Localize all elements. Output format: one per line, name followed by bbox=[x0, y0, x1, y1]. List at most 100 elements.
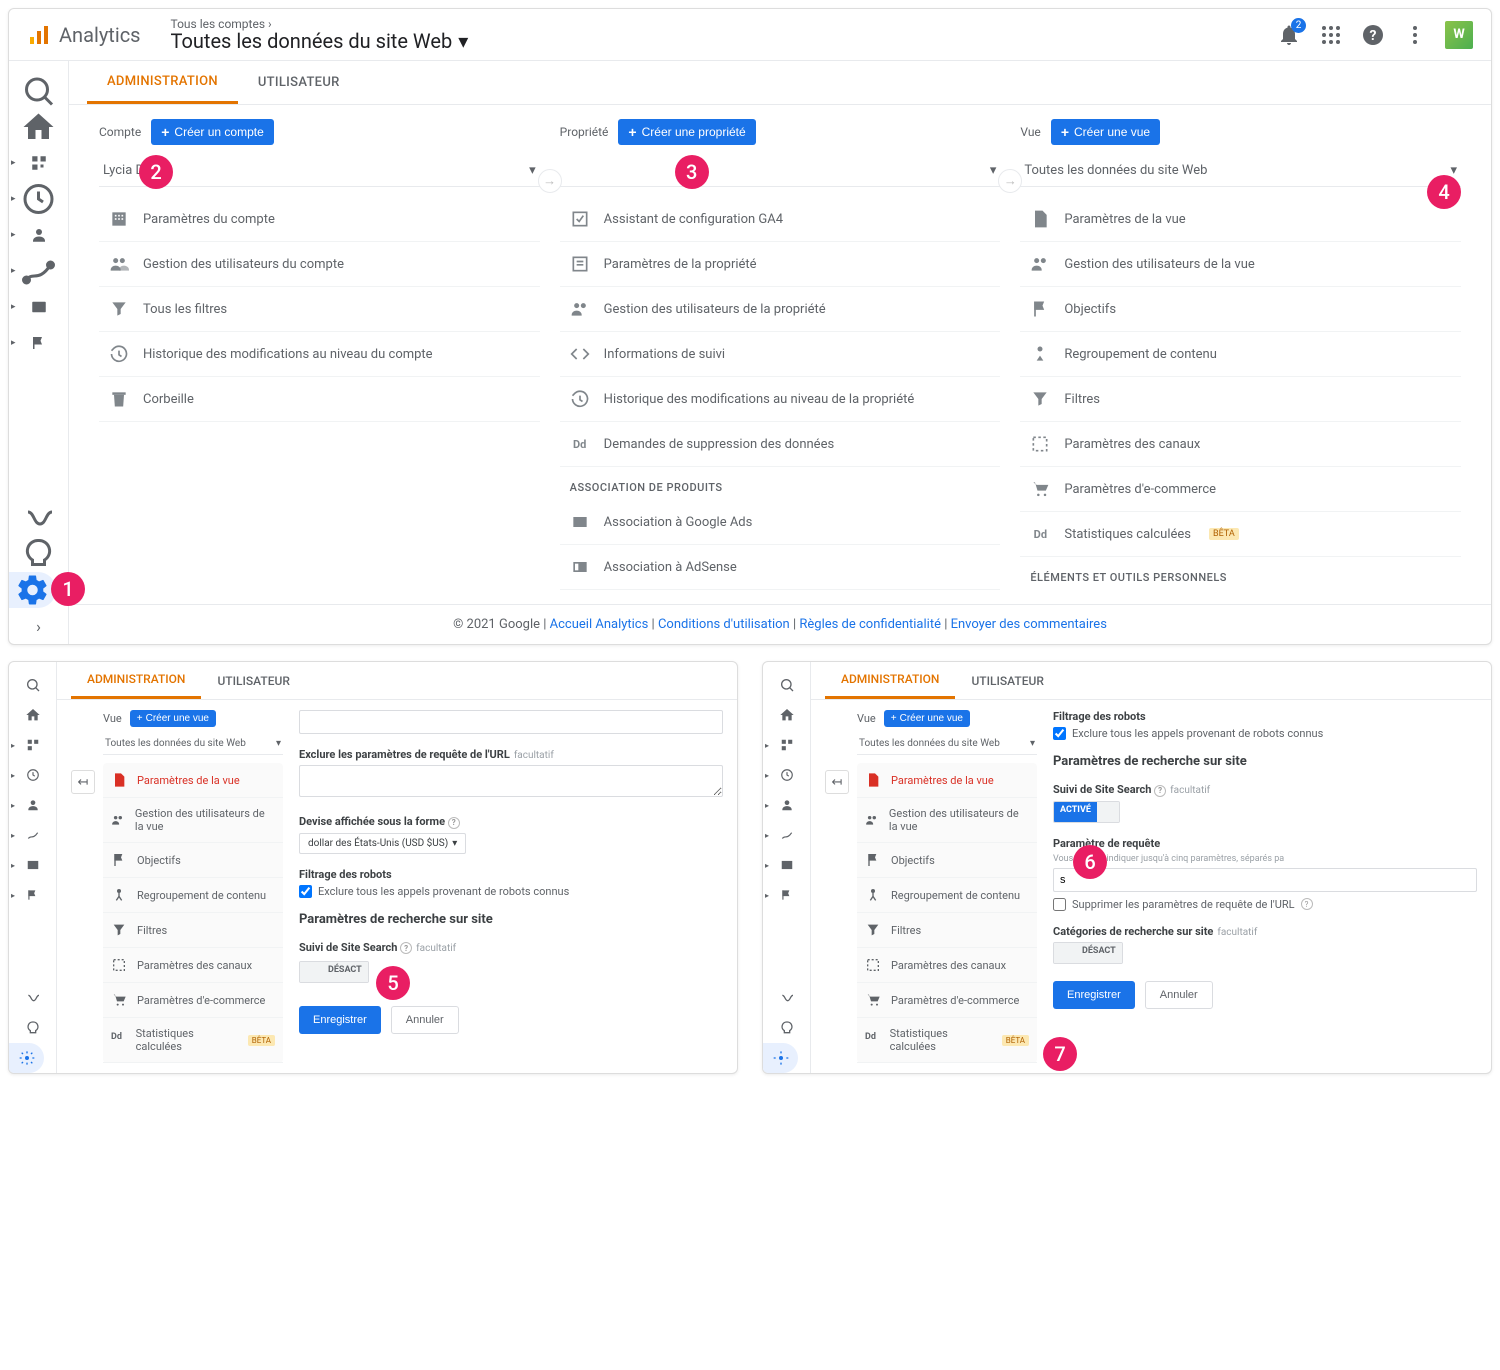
audience-nav-icon[interactable]: ▸ bbox=[9, 790, 56, 820]
account-history-item[interactable]: Historique des modifications au niveau d… bbox=[99, 332, 540, 377]
category-toggle-off[interactable]: DÉSACT bbox=[1053, 942, 1123, 964]
create-view-button[interactable]: +Créer une vue bbox=[1051, 119, 1160, 145]
acquisition-nav-icon[interactable]: ▸ bbox=[763, 820, 810, 850]
customization-nav-icon[interactable]: ▸ bbox=[9, 730, 56, 760]
tab-administration[interactable]: ADMINISTRATION bbox=[87, 61, 238, 104]
create-property-button[interactable]: +Créer une propriété bbox=[618, 119, 755, 145]
currency-select[interactable]: dollar des États-Unis (USD $US) ▾ bbox=[299, 833, 466, 854]
apps-icon[interactable] bbox=[1319, 23, 1343, 47]
site-search-toggle-off[interactable]: DÉSACT bbox=[299, 961, 369, 983]
acquisition-nav-icon[interactable]: ▸ bbox=[9, 253, 68, 289]
customization-nav-icon[interactable]: ▸ bbox=[763, 730, 810, 760]
audience-nav-icon[interactable]: ▸ bbox=[9, 217, 68, 253]
notifications-icon[interactable]: 2 bbox=[1277, 23, 1301, 47]
filters-item[interactable]: Filtres bbox=[857, 913, 1037, 948]
create-view-button[interactable]: +Créer une vue bbox=[884, 710, 970, 727]
help-icon[interactable]: ? bbox=[400, 942, 412, 954]
more-icon[interactable] bbox=[1403, 23, 1427, 47]
conversions-nav-icon[interactable]: ▸ bbox=[9, 325, 68, 361]
view-selector-dropdown[interactable]: Toutes les données du site Web▾ bbox=[857, 733, 1037, 755]
conversions-nav-icon[interactable]: ▸ bbox=[9, 880, 56, 910]
attribution-nav-icon[interactable] bbox=[763, 983, 810, 1013]
ecommerce-settings-item[interactable]: Paramètres d'e-commerce bbox=[103, 983, 283, 1018]
home-nav-icon[interactable] bbox=[9, 700, 56, 730]
google-ads-link-item[interactable]: Association à Google Ads bbox=[560, 500, 1001, 545]
account-users-item[interactable]: Gestion des utilisateurs du compte bbox=[99, 242, 540, 287]
ecommerce-settings-item[interactable]: Paramètres d'e-commerce bbox=[1020, 467, 1461, 512]
filters-item[interactable]: Filtres bbox=[103, 913, 283, 948]
discover-nav-icon[interactable] bbox=[9, 1013, 56, 1043]
calculated-metrics-item[interactable]: DdStatistiques calculéesBÊTA bbox=[1020, 512, 1461, 557]
trash-item[interactable]: Corbeille bbox=[99, 377, 540, 422]
channel-settings-item[interactable]: Paramètres des canaux bbox=[103, 948, 283, 983]
content-grouping-item[interactable]: Regroupement de contenu bbox=[103, 878, 283, 913]
tab-user[interactable]: UTILISATEUR bbox=[201, 662, 305, 699]
content-grouping-item[interactable]: Regroupement de contenu bbox=[857, 878, 1037, 913]
home-nav-icon[interactable] bbox=[763, 700, 810, 730]
footer-link-home[interactable]: Accueil Analytics bbox=[550, 617, 649, 632]
realtime-nav-icon[interactable]: ▸ bbox=[9, 760, 56, 790]
home-nav-icon[interactable] bbox=[9, 109, 68, 145]
attribution-nav-icon[interactable] bbox=[9, 983, 56, 1013]
admin-nav-icon[interactable] bbox=[9, 572, 56, 608]
content-grouping-item[interactable]: Regroupement de contenu bbox=[1020, 332, 1461, 377]
tab-administration[interactable]: ADMINISTRATION bbox=[71, 662, 201, 699]
cancel-button[interactable]: Annuler bbox=[1145, 981, 1213, 1009]
tab-user[interactable]: UTILISATEUR bbox=[955, 662, 1059, 699]
tracking-info-item[interactable]: Informations de suivi bbox=[560, 332, 1001, 377]
view-users-item[interactable]: Gestion des utilisateurs de la vue bbox=[857, 798, 1037, 843]
calculated-metrics-item[interactable]: DdStatistiques calculéesBÊTA bbox=[103, 1018, 283, 1063]
realtime-nav-icon[interactable]: ▸ bbox=[9, 181, 68, 217]
behavior-nav-icon[interactable]: ▸ bbox=[9, 289, 68, 325]
strip-params-checkbox[interactable]: Supprimer les paramètres de requête de l… bbox=[1053, 898, 1477, 911]
tab-user[interactable]: UTILISATEUR bbox=[238, 61, 360, 104]
query-param-input[interactable] bbox=[1053, 868, 1477, 892]
exclude-params-textarea[interactable] bbox=[299, 765, 723, 797]
customization-nav-icon[interactable]: ▸ bbox=[9, 145, 68, 181]
bot-filter-checkbox[interactable]: Exclure tous les appels provenant de rob… bbox=[1053, 727, 1477, 740]
behavior-nav-icon[interactable]: ▸ bbox=[9, 850, 56, 880]
search-nav-icon[interactable] bbox=[9, 670, 56, 700]
goals-item[interactable]: Objectifs bbox=[857, 843, 1037, 878]
site-search-toggle-on[interactable]: ACTIVÉ bbox=[1053, 801, 1120, 823]
view-selector[interactable]: Toutes les données du site Web ▾ bbox=[171, 29, 1278, 53]
view-settings-item[interactable]: Paramètres de la vue bbox=[103, 763, 283, 798]
property-history-item[interactable]: Historique des modifications au niveau d… bbox=[560, 377, 1001, 422]
view-selector-dropdown[interactable]: Toutes les données du site Web▾ bbox=[1020, 155, 1461, 187]
help-icon[interactable]: ? bbox=[1301, 898, 1313, 910]
back-button[interactable]: ↤ bbox=[71, 770, 95, 794]
channel-settings-item[interactable]: Paramètres des canaux bbox=[857, 948, 1037, 983]
footer-link-feedback[interactable]: Envoyer des commentaires bbox=[951, 617, 1107, 632]
realtime-nav-icon[interactable]: ▸ bbox=[763, 760, 810, 790]
filters-item[interactable]: Filtres bbox=[1020, 377, 1461, 422]
discover-nav-icon[interactable] bbox=[763, 1013, 810, 1043]
view-selector-dropdown[interactable]: Toutes les données du site Web▾ bbox=[103, 733, 283, 755]
discover-nav-icon[interactable] bbox=[9, 536, 68, 572]
property-settings-item[interactable]: Paramètres de la propriété bbox=[560, 242, 1001, 287]
help-icon[interactable]: ? bbox=[448, 817, 460, 829]
search-nav-icon[interactable] bbox=[9, 73, 68, 109]
calculated-metrics-item[interactable]: DdStatistiques calculéesBÊTA bbox=[857, 1018, 1037, 1063]
create-account-button[interactable]: +Créer un compte bbox=[151, 119, 274, 145]
behavior-nav-icon[interactable]: ▸ bbox=[763, 850, 810, 880]
property-selector[interactable]: ▾ bbox=[560, 155, 1001, 187]
goals-item[interactable]: Objectifs bbox=[103, 843, 283, 878]
view-users-item[interactable]: Gestion des utilisateurs de la vue bbox=[103, 798, 283, 843]
admin-nav-icon[interactable] bbox=[763, 1043, 798, 1073]
help-icon[interactable]: ? bbox=[1154, 785, 1166, 797]
account-settings-item[interactable]: Paramètres du compte bbox=[99, 197, 540, 242]
save-button[interactable]: Enregistrer bbox=[299, 1006, 381, 1034]
url-input[interactable] bbox=[299, 710, 723, 734]
footer-link-privacy[interactable]: Règles de confidentialité bbox=[799, 617, 941, 632]
tab-administration[interactable]: ADMINISTRATION bbox=[825, 662, 955, 699]
attribution-nav-icon[interactable] bbox=[9, 500, 68, 536]
view-settings-item[interactable]: Paramètres de la vue bbox=[857, 763, 1037, 798]
audience-nav-icon[interactable]: ▸ bbox=[763, 790, 810, 820]
conversions-nav-icon[interactable]: ▸ bbox=[763, 880, 810, 910]
goals-item[interactable]: Objectifs bbox=[1020, 287, 1461, 332]
acquisition-nav-icon[interactable]: ▸ bbox=[9, 820, 56, 850]
property-users-item[interactable]: Gestion des utilisateurs de la propriété bbox=[560, 287, 1001, 332]
back-button[interactable]: ↤ bbox=[825, 770, 849, 794]
save-button[interactable]: Enregistrer bbox=[1053, 981, 1135, 1009]
ecommerce-settings-item[interactable]: Paramètres d'e-commerce bbox=[857, 983, 1037, 1018]
